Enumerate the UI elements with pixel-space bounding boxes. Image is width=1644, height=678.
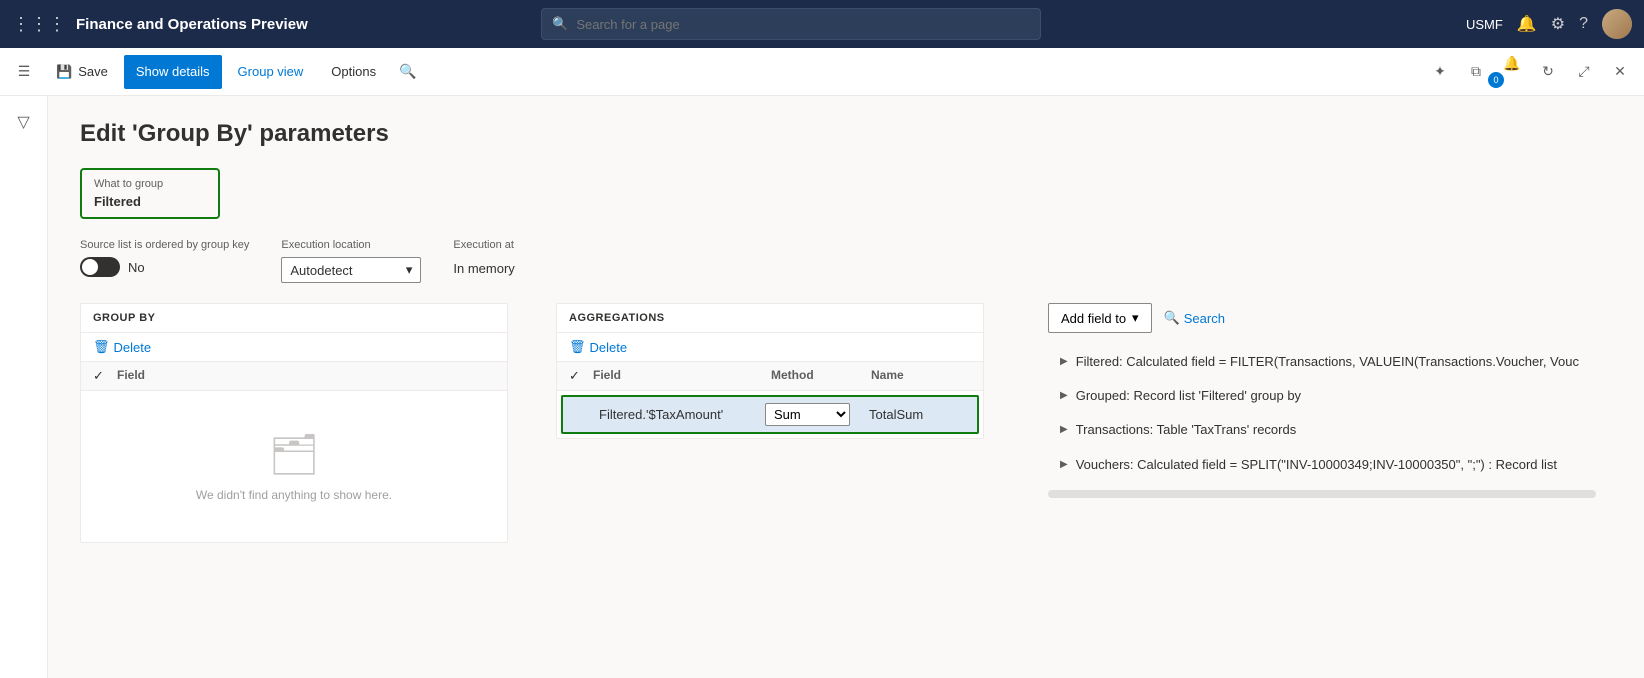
- dropdown-icon: ▾: [1132, 310, 1139, 326]
- group-by-empty-state: 🗂 We didn't find anything to show here.: [81, 391, 507, 542]
- tree-list: ▶ Filtered: Calculated field = FILTER(Tr…: [1048, 345, 1596, 482]
- agg-check-header: ✓: [569, 368, 593, 384]
- chevron-down-icon: ▾: [406, 262, 413, 278]
- toolbar: ☰ 💾 Save Show details Group view Options…: [0, 48, 1644, 96]
- tree-item-vouchers[interactable]: ▶ Vouchers: Calculated field = SPLIT("IN…: [1048, 448, 1596, 482]
- topbar: ⋮⋮⋮ Finance and Operations Preview 🔍 USM…: [0, 0, 1644, 48]
- source-settings: Source list is ordered by group key No E…: [80, 239, 1612, 283]
- tree-item-filtered-text: Filtered: Calculated field = FILTER(Tran…: [1076, 353, 1584, 371]
- search-magnifier-icon: 🔍: [552, 16, 568, 32]
- execution-location-label: Execution location: [281, 239, 421, 251]
- aggregations-delete-button[interactable]: 🗑 Delete: [569, 339, 627, 355]
- agg-trash-icon: 🗑: [569, 339, 586, 355]
- aggregations-section: AGGREGATIONS 🗑 Delete ✓ Field Method Nam…: [556, 303, 984, 439]
- group-by-delete-button[interactable]: 🗑 Delete: [93, 339, 151, 355]
- close-button[interactable]: ✕: [1604, 56, 1636, 88]
- execution-location-field: Execution location Autodetect ▾: [281, 239, 421, 283]
- show-details-button[interactable]: Show details: [124, 55, 222, 89]
- search-icon: 🔍: [1164, 310, 1180, 326]
- source-ordered-label: Source list is ordered by group key: [80, 239, 249, 251]
- what-to-group-label: What to group: [94, 178, 206, 190]
- tree-item-grouped-text: Grouped: Record list 'Filtered' group by: [1076, 387, 1584, 405]
- aggregations-table-header: ✓ Field Method Name: [557, 362, 983, 391]
- trash-icon: 🗑: [93, 339, 110, 355]
- env-label: USMF: [1466, 17, 1503, 32]
- empty-icon: 🗂: [269, 431, 320, 478]
- hamburger-button[interactable]: ☰: [8, 56, 40, 88]
- avatar[interactable]: [1602, 9, 1632, 39]
- grid-icon[interactable]: ⋮⋮⋮: [12, 14, 66, 35]
- personalize-icon-button[interactable]: ✦: [1424, 56, 1456, 88]
- agg-method-select[interactable]: Sum: [765, 403, 850, 426]
- add-field-label: Add field to: [1061, 311, 1126, 326]
- empty-text: We didn't find anything to show here.: [196, 488, 392, 502]
- main-layout: ▽ Edit 'Group By' parameters What to gro…: [0, 96, 1644, 678]
- help-icon[interactable]: ?: [1579, 15, 1588, 33]
- settings-icon[interactable]: ⚙: [1551, 14, 1565, 34]
- sidebar-item-filter[interactable]: ▽: [6, 104, 42, 140]
- tree-item-vouchers-text: Vouchers: Calculated field = SPLIT("INV-…: [1076, 456, 1584, 474]
- toggle-row: No: [80, 257, 249, 277]
- page-title: Edit 'Group By' parameters: [80, 120, 1612, 148]
- tree-item-grouped[interactable]: ▶ Grouped: Record list 'Filtered' group …: [1048, 379, 1596, 413]
- execution-at-field: Execution at In memory: [453, 239, 514, 280]
- execution-at-label: Execution at: [453, 239, 514, 251]
- horizontal-scrollbar[interactable]: [1048, 490, 1596, 498]
- toolbar-search-button[interactable]: 🔍: [392, 56, 424, 88]
- group-view-button[interactable]: Group view: [226, 55, 316, 89]
- main-content: Edit 'Group By' parameters What to group…: [48, 96, 1644, 678]
- group-by-header: GROUP BY: [81, 304, 507, 333]
- aggregations-delete-row: 🗑 Delete: [557, 333, 983, 362]
- check-header: ✓: [93, 368, 117, 384]
- sidebar: ▽: [0, 96, 48, 678]
- tree-item-transactions[interactable]: ▶ Transactions: Table 'TaxTrans' records: [1048, 413, 1596, 447]
- source-ordered-field: Source list is ordered by group key No: [80, 239, 249, 277]
- execution-at-value: In memory: [453, 257, 514, 280]
- tree-item-filtered[interactable]: ▶ Filtered: Calculated field = FILTER(Tr…: [1048, 345, 1596, 379]
- refresh-button[interactable]: ↻: [1532, 56, 1564, 88]
- expand-icon-vouchers: ▶: [1060, 458, 1068, 472]
- what-to-group-box[interactable]: What to group Filtered: [80, 168, 220, 219]
- app-title: Finance and Operations Preview: [76, 16, 308, 33]
- expand-icon-grouped: ▶: [1060, 389, 1068, 403]
- aggregations-header: AGGREGATIONS: [557, 304, 983, 333]
- agg-row-name: TotalSum: [865, 407, 965, 422]
- agg-row-method[interactable]: Sum: [765, 403, 865, 426]
- topbar-right: USMF 🔔 ⚙ ?: [1466, 9, 1632, 39]
- group-by-section: GROUP BY 🗑 Delete ✓ Field 🗂 We didn't fi…: [80, 303, 508, 543]
- agg-name-header: Name: [871, 368, 971, 384]
- expand-icon-filtered: ▶: [1060, 355, 1068, 369]
- add-field-button[interactable]: Add field to ▾: [1048, 303, 1152, 333]
- agg-row-field: Filtered.'$TaxAmount': [599, 407, 765, 422]
- search-button[interactable]: 🔍 Search: [1164, 310, 1225, 326]
- right-panel-toolbar: Add field to ▾ 🔍 Search: [1048, 303, 1596, 333]
- tree-item-transactions-text: Transactions: Table 'TaxTrans' records: [1076, 421, 1584, 439]
- field-header: Field: [117, 368, 495, 384]
- split-view-button[interactable]: ⧉: [1460, 56, 1492, 88]
- save-button[interactable]: 💾 Save: [44, 55, 120, 89]
- agg-method-header: Method: [771, 368, 871, 384]
- save-icon: 💾: [56, 64, 72, 80]
- group-by-delete-row: 🗑 Delete: [81, 333, 507, 362]
- global-search-input[interactable]: [576, 17, 1030, 32]
- agg-field-header: Field: [593, 368, 771, 384]
- expand-icon-transactions: ▶: [1060, 423, 1068, 437]
- execution-location-select[interactable]: Autodetect ▾: [281, 257, 421, 283]
- aggregation-row[interactable]: Filtered.'$TaxAmount' Sum TotalSum: [561, 395, 979, 434]
- notification-badge: 0: [1488, 72, 1504, 88]
- group-by-table-header: ✓ Field: [81, 362, 507, 391]
- open-in-new-button[interactable]: ⤢: [1568, 56, 1600, 88]
- what-to-group-value: Filtered: [94, 194, 206, 209]
- toggle-value: No: [128, 260, 145, 275]
- global-search[interactable]: 🔍: [541, 8, 1041, 40]
- toolbar-right: ✦ ⧉ 🔔 0 ↻ ⤢ ✕: [1424, 48, 1636, 96]
- right-panel: Add field to ▾ 🔍 Search ▶ Filtered: Calc…: [1032, 303, 1612, 506]
- bell-icon[interactable]: 🔔: [1517, 14, 1537, 34]
- options-button[interactable]: Options: [319, 55, 388, 89]
- toggle-switch[interactable]: [80, 257, 120, 277]
